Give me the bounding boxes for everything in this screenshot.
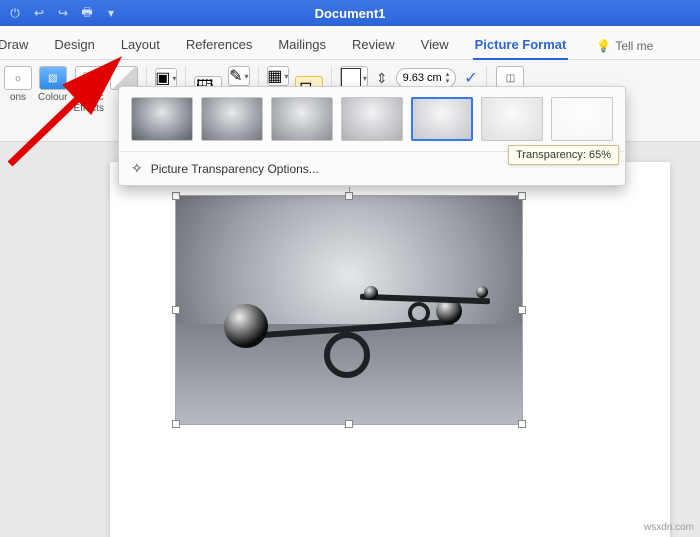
height-icon: ⇕ xyxy=(376,70,388,87)
pane-icon: ◫ xyxy=(506,73,515,84)
transparency-presets xyxy=(119,87,625,151)
up-icon: ▴ xyxy=(446,71,450,78)
picture-border-button[interactable]: ✎ xyxy=(228,66,250,86)
preset-95[interactable] xyxy=(551,97,613,141)
redo-icon[interactable]: ↪ xyxy=(54,4,72,22)
resize-handle-t[interactable] xyxy=(345,192,353,200)
preset-65[interactable] xyxy=(411,97,473,141)
height-value: 9.63 cm xyxy=(403,72,442,84)
preset-15[interactable] xyxy=(201,97,263,141)
painting-icon: 🖼 xyxy=(82,73,95,84)
preset-80[interactable] xyxy=(481,97,543,141)
tab-layout[interactable]: Layout xyxy=(119,30,162,59)
page xyxy=(110,162,670,537)
pen-icon: ✎ xyxy=(229,66,242,86)
resize-handle-br[interactable] xyxy=(518,420,526,428)
tab-review[interactable]: Review xyxy=(350,30,397,59)
confirm-icon[interactable]: ✓ xyxy=(464,68,477,88)
resize-handle-b[interactable] xyxy=(345,420,353,428)
preset-50[interactable] xyxy=(341,97,403,141)
tab-view[interactable]: View xyxy=(419,30,451,59)
preset-tooltip: Transparency: 65% xyxy=(508,145,619,165)
compress-button[interactable]: ▣ xyxy=(155,68,177,88)
document-area xyxy=(0,142,700,537)
tab-design[interactable]: Design xyxy=(52,30,96,59)
position-button[interactable]: ▦ xyxy=(267,66,289,86)
tab-picture-format[interactable]: Picture Format xyxy=(473,30,569,59)
balance-image xyxy=(176,196,522,424)
height-input[interactable]: 9.63 cm ▴▾ xyxy=(396,68,457,88)
watermark: wsxdn.com xyxy=(644,522,694,533)
corrections-button[interactable]: ☼ ons xyxy=(4,66,32,103)
quick-access-toolbar: ⏻ ↩ ↪ 🖶 ▾ xyxy=(6,4,120,22)
tell-me[interactable]: 💡Tell me xyxy=(594,33,655,59)
resize-handle-l[interactable] xyxy=(172,306,180,314)
sun-icon: ☼ xyxy=(13,73,22,84)
compress-icon: ▣ xyxy=(155,68,170,88)
preset-30[interactable] xyxy=(271,97,333,141)
tab-draw[interactable]: Draw xyxy=(0,30,30,59)
chevron-down-icon[interactable]: ▾ xyxy=(102,4,120,22)
colour-button[interactable]: ▨ Colour xyxy=(38,66,67,103)
tab-references[interactable]: References xyxy=(184,30,254,59)
options-icon: ✧ xyxy=(131,160,143,177)
tab-mailings[interactable]: Mailings xyxy=(276,30,328,59)
transparency-flyout: Transparency: 65% ✧ Picture Transparency… xyxy=(118,86,626,186)
crop-icon xyxy=(341,68,361,88)
position-icon: ▦ xyxy=(267,66,282,86)
titlebar: ⏻ ↩ ↪ 🖶 ▾ Document1 xyxy=(0,0,700,26)
picture-icon: ▨ xyxy=(48,73,57,84)
selected-image[interactable] xyxy=(176,196,522,424)
autosave-icon[interactable]: ⏻ xyxy=(6,4,24,22)
options-label: Picture Transparency Options... xyxy=(151,162,319,176)
label: Artistic Effects xyxy=(73,92,103,114)
resize-handle-bl[interactable] xyxy=(172,420,180,428)
resize-handle-r[interactable] xyxy=(518,306,526,314)
undo-icon[interactable]: ↩ xyxy=(30,4,48,22)
stepper[interactable]: ▴▾ xyxy=(446,71,450,85)
artistic-effects-button[interactable]: 🖼 Artistic Effects xyxy=(73,66,103,114)
tab-strip: Draw Design Layout References Mailings R… xyxy=(0,26,700,60)
down-icon: ▾ xyxy=(446,78,450,85)
label: ons xyxy=(10,92,26,103)
print-icon[interactable]: 🖶 xyxy=(78,4,96,22)
bulb-icon: 💡 xyxy=(596,39,611,53)
resize-handle-tl[interactable] xyxy=(172,192,180,200)
document-title: Document1 xyxy=(315,6,386,21)
preset-0[interactable] xyxy=(131,97,193,141)
resize-handle-tr[interactable] xyxy=(518,192,526,200)
label: Colour xyxy=(38,92,67,103)
